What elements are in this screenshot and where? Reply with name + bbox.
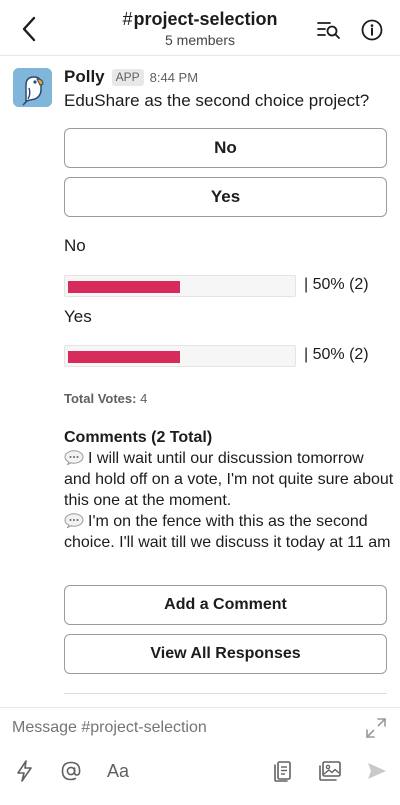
view-all-responses-button[interactable]: View All Responses [64, 634, 387, 674]
sender-name[interactable]: Polly [64, 67, 105, 87]
result-bar-fill-no [68, 281, 180, 293]
speech-bubble-icon [64, 513, 84, 528]
message-time: 8:44 PM [149, 69, 199, 85]
search-list-icon [317, 22, 340, 39]
sender-avatar[interactable] [13, 68, 52, 107]
result-label-yes: Yes [64, 307, 92, 326]
speech-bubble-icon [64, 450, 84, 465]
comment-text: I'm on the fence with this as the second… [64, 513, 391, 551]
image-icon [319, 761, 341, 781]
total-votes-value: 4 [140, 391, 148, 406]
result-bar-yes [64, 345, 296, 367]
comment-text: I will wait until our discussion tomorro… [64, 450, 394, 509]
mention-button[interactable] [58, 757, 84, 785]
expand-icon [366, 718, 386, 738]
total-votes-label: Total Votes: [64, 391, 137, 406]
app-badge: APP [111, 68, 144, 86]
composer-divider [0, 707, 400, 708]
add-comment-button[interactable]: Add a Comment [64, 585, 387, 625]
total-votes: Total Votes: 4 [64, 391, 147, 406]
send-button[interactable] [364, 757, 390, 785]
attach-image-button[interactable] [316, 757, 344, 785]
message-input[interactable] [12, 716, 342, 740]
result-bar-no [64, 275, 296, 297]
comments-title: Comments (2 Total) [64, 429, 213, 446]
comment-item: I will wait until our discussion tomorro… [64, 448, 394, 511]
poll-question: EduShare as the second choice project? [64, 91, 370, 110]
send-icon [368, 763, 386, 779]
attach-file-button[interactable] [270, 757, 296, 785]
expand-composer-button[interactable] [364, 716, 390, 742]
message-divider [64, 693, 387, 694]
vote-no-button[interactable]: No [64, 128, 387, 168]
comment-item: I'm on the fence with this as the second… [64, 511, 394, 553]
search-channel-button[interactable] [316, 18, 342, 44]
result-value-no: | 50% (2) [304, 276, 369, 293]
result-value-yes: | 50% (2) [304, 346, 369, 363]
channel-name: project-selection [133, 9, 278, 29]
format-label: Aa [106, 760, 130, 781]
comments-section: Comments (2 Total) I will wait until our… [64, 427, 394, 553]
at-icon [61, 761, 81, 781]
channel-header: #project-selection 5 members [0, 0, 400, 56]
result-label-no: No [64, 236, 86, 255]
parrot-logo-icon [13, 68, 52, 107]
lightning-icon [17, 760, 32, 782]
channel-info-button[interactable] [359, 18, 385, 44]
hash-symbol: # [122, 9, 133, 29]
shortcuts-button[interactable] [12, 757, 38, 785]
formatting-button[interactable]: Aa [104, 757, 132, 785]
attachment-icon [274, 761, 291, 782]
result-bar-fill-yes [68, 351, 180, 363]
info-icon [361, 19, 383, 41]
vote-yes-button[interactable]: Yes [64, 177, 387, 217]
message-header: Polly APP 8:44 PM [64, 66, 198, 88]
